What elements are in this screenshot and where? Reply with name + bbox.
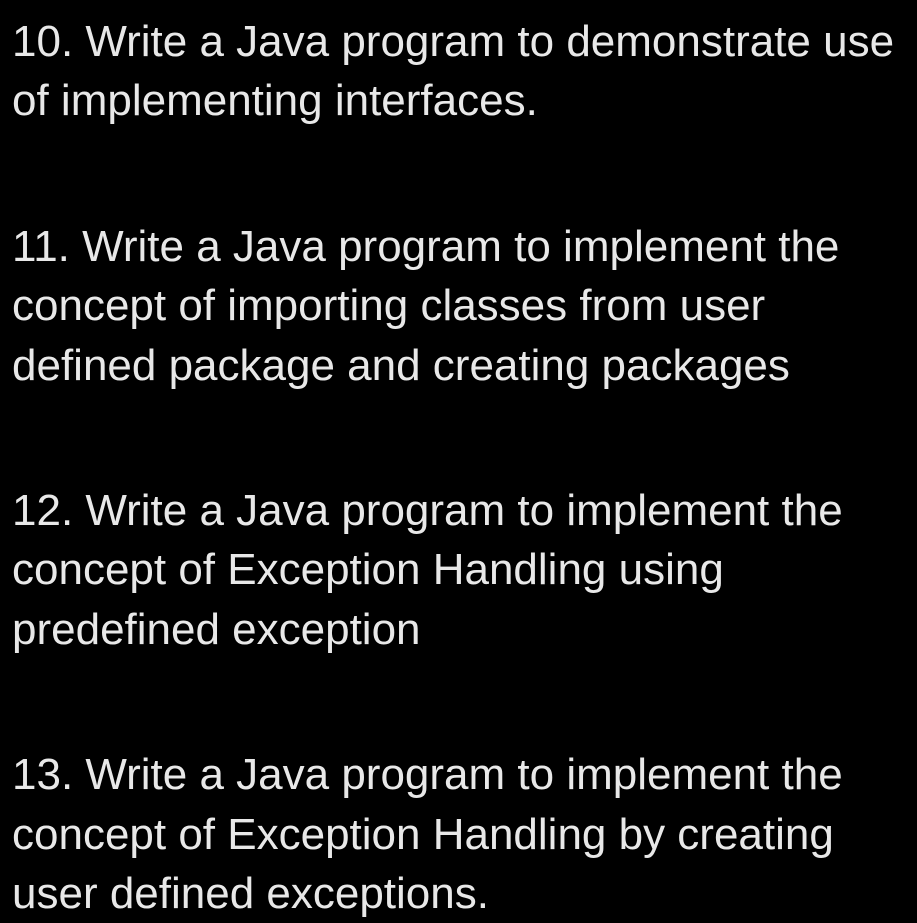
question-text: 12. Write a Java program to implement th… [12,486,843,654]
question-12: 12. Write a Java program to implement th… [12,481,905,659]
question-text: 13. Write a Java program to implement th… [12,750,843,918]
question-text: 11. Write a Java program to implement th… [12,222,839,390]
question-10: 10. Write a Java program to demonstrate … [12,12,905,131]
question-13: 13. Write a Java program to implement th… [12,745,905,923]
question-text: 10. Write a Java program to demonstrate … [12,17,894,125]
question-11: 11. Write a Java program to implement th… [12,217,905,395]
